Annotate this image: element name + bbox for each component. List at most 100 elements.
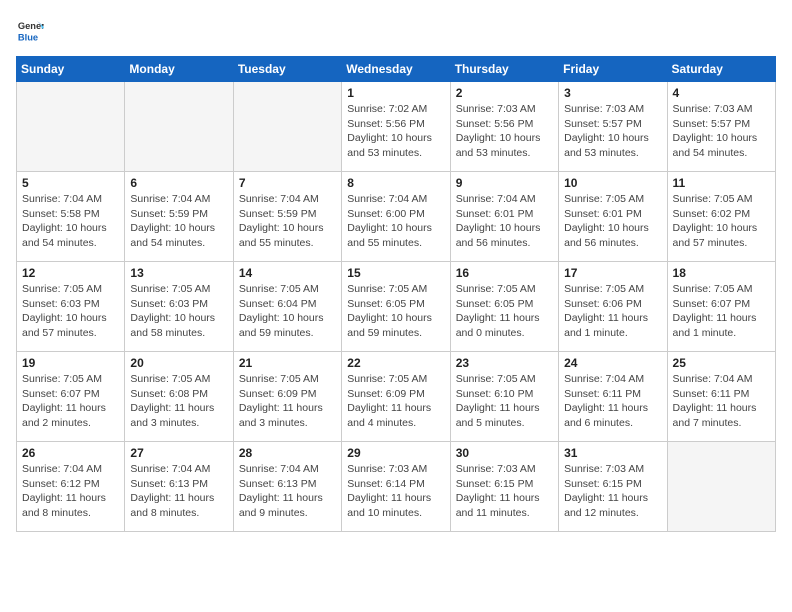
day-info: Sunrise: 7:05 AMSunset: 6:03 PMDaylight:… xyxy=(130,282,227,341)
calendar-day-cell: 30Sunrise: 7:03 AMSunset: 6:15 PMDayligh… xyxy=(450,442,558,532)
calendar-day-cell: 3Sunrise: 7:03 AMSunset: 5:57 PMDaylight… xyxy=(559,82,667,172)
calendar-day-cell: 1 Sunrise: 7:02 AMSunset: 5:56 PMDaylight… xyxy=(342,82,450,172)
day-info: Sunrise: 7:03 AMSunset: 5:56 PMDaylight:… xyxy=(456,102,553,161)
day-info: Sunrise: 7:05 AMSunset: 6:07 PMDaylight:… xyxy=(673,282,770,341)
day-number: 14 xyxy=(239,266,336,280)
day-info: Sunrise: 7:04 AMSunset: 5:58 PMDaylight:… xyxy=(22,192,119,251)
day-number: 9 xyxy=(456,176,553,190)
calendar-day-cell: 8 Sunrise: 7:04 AMSunset: 6:00 PMDaylight… xyxy=(342,172,450,262)
calendar-day-cell: 7 Sunrise: 7:04 AMSunset: 5:59 PMDaylight… xyxy=(233,172,341,262)
calendar-week-row: 5Sunrise: 7:04 AMSunset: 5:58 PMDaylight… xyxy=(17,172,776,262)
day-info: Sunrise: 7:04 AMSunset: 6:00 PMDaylight:… xyxy=(347,192,444,251)
calendar-day-cell xyxy=(17,82,125,172)
day-info: Sunrise: 7:03 AMSunset: 6:15 PMDaylight:… xyxy=(564,462,661,521)
day-number: 31 xyxy=(564,446,661,460)
calendar-day-cell: 25 Sunrise: 7:04 AMSunset: 6:11 PMDayligh… xyxy=(667,352,775,442)
calendar-table: SundayMondayTuesdayWednesdayThursdayFrid… xyxy=(16,56,776,532)
logo: General Blue xyxy=(16,16,48,44)
calendar-day-cell: 14Sunrise: 7:05 AMSunset: 6:04 PMDayligh… xyxy=(233,262,341,352)
day-number: 4 xyxy=(673,86,770,100)
day-info: Sunrise: 7:04 AMSunset: 6:13 PMDaylight:… xyxy=(239,462,336,521)
calendar-day-cell xyxy=(233,82,341,172)
calendar-day-cell: 24 Sunrise: 7:04 AMSunset: 6:11 PMDayligh… xyxy=(559,352,667,442)
calendar-week-row: 1 Sunrise: 7:02 AMSunset: 5:56 PMDaylight… xyxy=(17,82,776,172)
day-number: 29 xyxy=(347,446,444,460)
weekday-header: Tuesday xyxy=(233,57,341,82)
day-number: 25 xyxy=(673,356,770,370)
day-info: Sunrise: 7:04 AMSunset: 5:59 PMDaylight:… xyxy=(239,192,336,251)
day-info: Sunrise: 7:04 AMSunset: 6:11 PMDaylight:… xyxy=(673,372,770,431)
day-number: 15 xyxy=(347,266,444,280)
day-number: 20 xyxy=(130,356,227,370)
day-number: 22 xyxy=(347,356,444,370)
weekday-header: Sunday xyxy=(17,57,125,82)
page-header: General Blue xyxy=(16,16,776,44)
day-info: Sunrise: 7:05 AMSunset: 6:02 PMDaylight:… xyxy=(673,192,770,251)
calendar-day-cell: 21 Sunrise: 7:05 AMSunset: 6:09 PMDayligh… xyxy=(233,352,341,442)
calendar-day-cell: 10 Sunrise: 7:05 AMSunset: 6:01 PMDayligh… xyxy=(559,172,667,262)
calendar-day-cell: 28 Sunrise: 7:04 AMSunset: 6:13 PMDayligh… xyxy=(233,442,341,532)
day-number: 7 xyxy=(239,176,336,190)
weekday-header: Wednesday xyxy=(342,57,450,82)
day-info: Sunrise: 7:03 AMSunset: 5:57 PMDaylight:… xyxy=(564,102,661,161)
calendar-day-cell xyxy=(125,82,233,172)
calendar-day-cell: 4 Sunrise: 7:03 AMSunset: 5:57 PMDaylight… xyxy=(667,82,775,172)
calendar-week-row: 26 Sunrise: 7:04 AMSunset: 6:12 PMDayligh… xyxy=(17,442,776,532)
svg-text:Blue: Blue xyxy=(18,32,38,42)
day-number: 10 xyxy=(564,176,661,190)
calendar-day-cell: 12Sunrise: 7:05 AMSunset: 6:03 PMDayligh… xyxy=(17,262,125,352)
day-number: 26 xyxy=(22,446,119,460)
day-info: Sunrise: 7:04 AMSunset: 6:11 PMDaylight:… xyxy=(564,372,661,431)
day-info: Sunrise: 7:05 AMSunset: 6:07 PMDaylight:… xyxy=(22,372,119,431)
day-info: Sunrise: 7:03 AMSunset: 6:15 PMDaylight:… xyxy=(456,462,553,521)
day-number: 27 xyxy=(130,446,227,460)
calendar-day-cell: 16Sunrise: 7:05 AMSunset: 6:05 PMDayligh… xyxy=(450,262,558,352)
logo-icon: General Blue xyxy=(16,16,44,44)
day-info: Sunrise: 7:05 AMSunset: 6:09 PMDaylight:… xyxy=(239,372,336,431)
calendar-week-row: 19 Sunrise: 7:05 AMSunset: 6:07 PMDayligh… xyxy=(17,352,776,442)
day-info: Sunrise: 7:03 AMSunset: 5:57 PMDaylight:… xyxy=(673,102,770,161)
day-info: Sunrise: 7:04 AMSunset: 5:59 PMDaylight:… xyxy=(130,192,227,251)
calendar-day-cell: 2 Sunrise: 7:03 AMSunset: 5:56 PMDaylight… xyxy=(450,82,558,172)
day-number: 1 xyxy=(347,86,444,100)
day-info: Sunrise: 7:04 AMSunset: 6:13 PMDaylight:… xyxy=(130,462,227,521)
day-number: 18 xyxy=(673,266,770,280)
day-number: 8 xyxy=(347,176,444,190)
day-number: 16 xyxy=(456,266,553,280)
calendar-day-cell: 19 Sunrise: 7:05 AMSunset: 6:07 PMDayligh… xyxy=(17,352,125,442)
weekday-header: Monday xyxy=(125,57,233,82)
day-number: 24 xyxy=(564,356,661,370)
day-info: Sunrise: 7:05 AMSunset: 6:01 PMDaylight:… xyxy=(564,192,661,251)
day-info: Sunrise: 7:03 AMSunset: 6:14 PMDaylight:… xyxy=(347,462,444,521)
calendar-day-cell: 29 Sunrise: 7:03 AMSunset: 6:14 PMDayligh… xyxy=(342,442,450,532)
day-number: 28 xyxy=(239,446,336,460)
day-number: 12 xyxy=(22,266,119,280)
calendar-day-cell: 23 Sunrise: 7:05 AMSunset: 6:10 PMDayligh… xyxy=(450,352,558,442)
calendar-header-row: SundayMondayTuesdayWednesdayThursdayFrid… xyxy=(17,57,776,82)
calendar-day-cell: 5Sunrise: 7:04 AMSunset: 5:58 PMDaylight… xyxy=(17,172,125,262)
day-info: Sunrise: 7:05 AMSunset: 6:10 PMDaylight:… xyxy=(456,372,553,431)
calendar-day-cell: 13 Sunrise: 7:05 AMSunset: 6:03 PMDayligh… xyxy=(125,262,233,352)
day-info: Sunrise: 7:05 AMSunset: 6:08 PMDaylight:… xyxy=(130,372,227,431)
day-info: Sunrise: 7:04 AMSunset: 6:12 PMDaylight:… xyxy=(22,462,119,521)
weekday-header: Saturday xyxy=(667,57,775,82)
day-number: 2 xyxy=(456,86,553,100)
calendar-day-cell: 18 Sunrise: 7:05 AMSunset: 6:07 PMDayligh… xyxy=(667,262,775,352)
calendar-day-cell: 22 Sunrise: 7:05 AMSunset: 6:09 PMDayligh… xyxy=(342,352,450,442)
day-info: Sunrise: 7:04 AMSunset: 6:01 PMDaylight:… xyxy=(456,192,553,251)
day-info: Sunrise: 7:05 AMSunset: 6:05 PMDaylight:… xyxy=(347,282,444,341)
calendar-day-cell: 15 Sunrise: 7:05 AMSunset: 6:05 PMDayligh… xyxy=(342,262,450,352)
calendar-day-cell: 20 Sunrise: 7:05 AMSunset: 6:08 PMDayligh… xyxy=(125,352,233,442)
calendar-day-cell: 11 Sunrise: 7:05 AMSunset: 6:02 PMDayligh… xyxy=(667,172,775,262)
calendar-day-cell: 27 Sunrise: 7:04 AMSunset: 6:13 PMDayligh… xyxy=(125,442,233,532)
day-info: Sunrise: 7:02 AMSunset: 5:56 PMDaylight:… xyxy=(347,102,444,161)
weekday-header: Thursday xyxy=(450,57,558,82)
weekday-header: Friday xyxy=(559,57,667,82)
day-info: Sunrise: 7:05 AMSunset: 6:09 PMDaylight:… xyxy=(347,372,444,431)
day-number: 21 xyxy=(239,356,336,370)
day-number: 11 xyxy=(673,176,770,190)
day-number: 13 xyxy=(130,266,227,280)
day-number: 19 xyxy=(22,356,119,370)
day-number: 23 xyxy=(456,356,553,370)
day-number: 17 xyxy=(564,266,661,280)
